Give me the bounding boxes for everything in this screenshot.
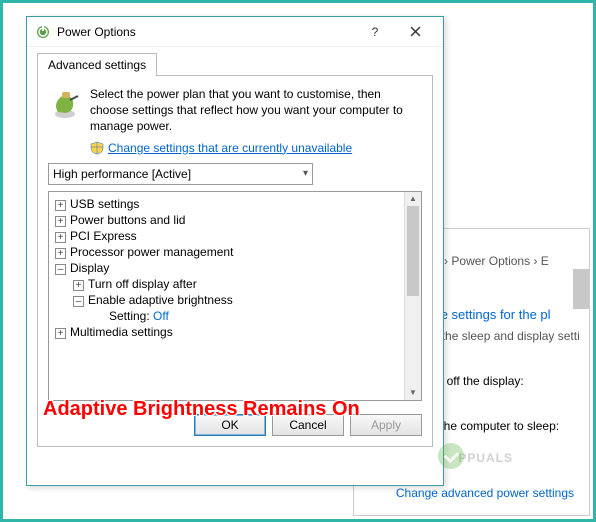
power-plan-value: High performance [Active] — [53, 167, 191, 181]
settings-tree[interactable]: +USB settings +Power buttons and lid +PC… — [48, 191, 422, 401]
setting-value[interactable]: Off — [153, 309, 169, 323]
tab-advanced-settings[interactable]: Advanced settings — [37, 53, 157, 76]
expand-icon[interactable]: + — [73, 280, 84, 291]
apply-button[interactable]: Apply — [350, 414, 422, 436]
scroll-up-icon[interactable]: ▲ — [405, 192, 421, 206]
help-button[interactable]: ? — [355, 18, 395, 46]
power-plan-select[interactable]: High performance [Active] ▾ — [48, 163, 313, 185]
window-title: Power Options — [57, 25, 355, 39]
power-plan-icon — [48, 86, 82, 120]
tree-item-adaptive-brightness[interactable]: –Enable adaptive brightness — [49, 292, 421, 308]
power-icon — [35, 24, 51, 40]
ok-button[interactable]: OK — [194, 414, 266, 436]
tree-item-usb[interactable]: +USB settings — [49, 196, 421, 212]
tree-item-setting[interactable]: Setting: Off — [49, 308, 421, 324]
tree-scrollbar[interactable]: ▲ ▼ — [404, 192, 421, 400]
titlebar[interactable]: Power Options ? — [27, 17, 443, 47]
power-options-dialog: Power Options ? Advanced settings Select… — [26, 16, 444, 486]
scrollbar-thumb[interactable] — [407, 206, 419, 296]
close-button[interactable] — [395, 18, 435, 46]
tree-item-processor[interactable]: +Processor power management — [49, 244, 421, 260]
collapse-icon[interactable]: – — [73, 296, 84, 307]
expand-icon[interactable]: + — [55, 232, 66, 243]
expand-icon[interactable]: + — [55, 216, 66, 227]
chevron-down-icon: ▾ — [303, 168, 308, 179]
expand-icon[interactable]: + — [55, 328, 66, 339]
expand-icon[interactable]: + — [55, 248, 66, 259]
scrollbar-thumb[interactable] — [573, 269, 589, 309]
tree-item-power-buttons[interactable]: +Power buttons and lid — [49, 212, 421, 228]
tree-item-display[interactable]: –Display — [49, 260, 421, 276]
change-advanced-link[interactable]: Change advanced power settings — [396, 486, 574, 500]
tree-item-multimedia[interactable]: +Multimedia settings — [49, 324, 421, 340]
tree-item-pci[interactable]: +PCI Express — [49, 228, 421, 244]
scroll-down-icon[interactable]: ▼ — [405, 386, 421, 400]
tree-item-turn-off-display[interactable]: +Turn off display after — [49, 276, 421, 292]
expand-icon[interactable]: + — [55, 200, 66, 211]
cancel-button[interactable]: Cancel — [272, 414, 344, 436]
intro-text: Select the power plan that you want to c… — [90, 86, 422, 135]
change-settings-link[interactable]: Change settings that are currently unava… — [108, 141, 352, 155]
shield-icon — [90, 141, 104, 155]
collapse-icon[interactable]: – — [55, 264, 66, 275]
